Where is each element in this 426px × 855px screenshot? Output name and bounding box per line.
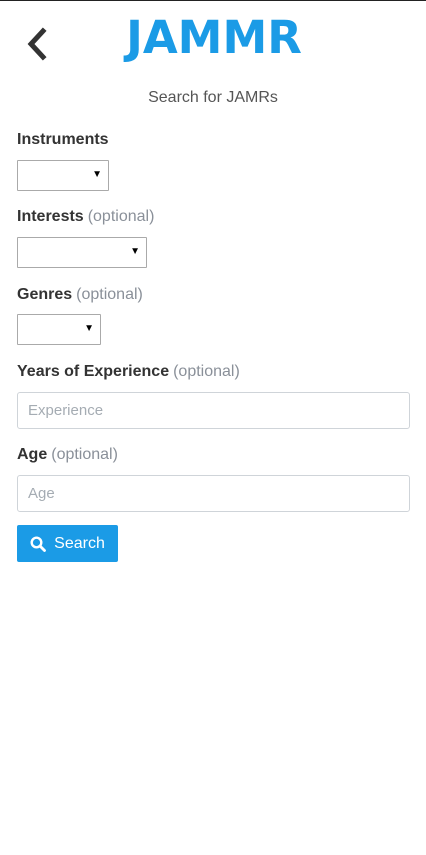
interests-optional-hint: (optional) <box>87 208 155 225</box>
age-label-text: Age <box>17 446 48 463</box>
interests-label: Interests (optional) <box>17 208 154 226</box>
genres-optional-hint: (optional) <box>76 286 143 303</box>
dropdown-arrow-icon: ▼ <box>84 323 94 334</box>
search-page: JAMMR Search for JAMRs Instruments ▼ Int… <box>0 0 426 855</box>
top-divider <box>0 0 426 1</box>
experience-input[interactable] <box>17 392 410 429</box>
experience-label-text: Years of Experience <box>17 363 170 380</box>
search-button[interactable]: Search <box>17 525 118 562</box>
dropdown-arrow-icon: ▼ <box>92 169 102 180</box>
age-label: Age (optional) <box>17 446 118 464</box>
instruments-label: Instruments <box>17 131 109 149</box>
back-button[interactable] <box>22 26 52 62</box>
age-optional-hint: (optional) <box>51 446 118 463</box>
genres-select[interactable]: ▼ <box>17 314 101 345</box>
interests-label-text: Interests <box>17 208 84 225</box>
age-input[interactable] <box>17 475 410 512</box>
chevron-left-icon <box>27 27 47 61</box>
instruments-label-text: Instruments <box>17 131 109 148</box>
dropdown-arrow-icon: ▼ <box>130 246 140 257</box>
instruments-select[interactable]: ▼ <box>17 160 109 191</box>
search-icon <box>30 535 47 552</box>
experience-optional-hint: (optional) <box>173 363 240 380</box>
interests-select[interactable]: ▼ <box>17 237 147 268</box>
app-logo: JAMMR <box>126 11 302 64</box>
search-button-label: Search <box>54 534 105 552</box>
genres-label-text: Genres <box>17 286 73 303</box>
page-subtitle: Search for JAMRs <box>148 89 278 106</box>
genres-label: Genres (optional) <box>17 286 143 304</box>
experience-label: Years of Experience (optional) <box>17 363 240 381</box>
